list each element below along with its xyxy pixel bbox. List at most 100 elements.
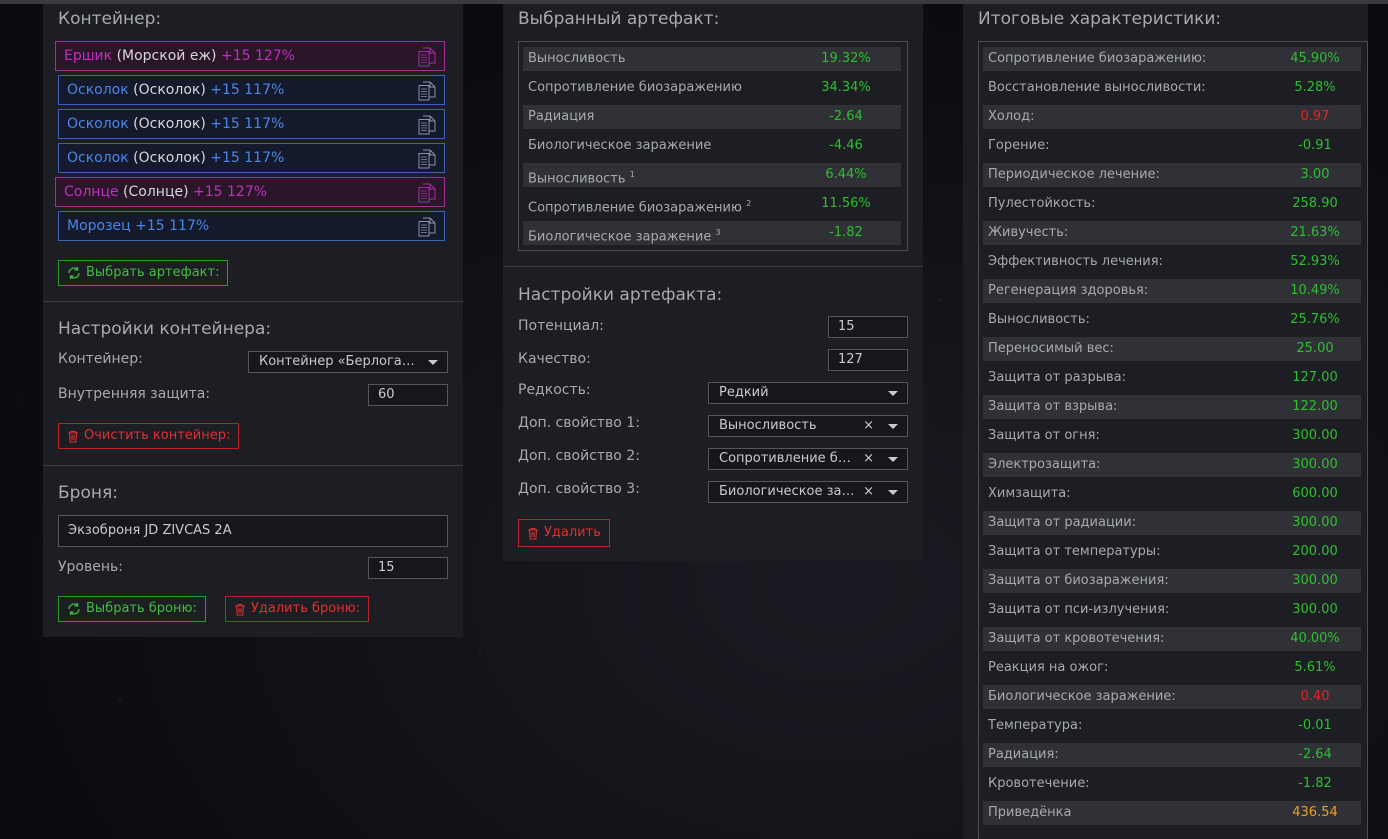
artifact-slot[interactable]: Осколок (Осколок) +15 117% — [58, 75, 445, 105]
stat-value: -2.64 — [1298, 747, 1332, 762]
potential-input[interactable]: 15 — [828, 316, 908, 338]
stat-name: Радиация: — [988, 747, 1059, 762]
totals-panel: Итоговые характеристики: Сопротивление б… — [963, 4, 1368, 839]
prop3-select-value: Биологическое за… — [719, 484, 855, 499]
internal-protection-input[interactable]: 60 — [368, 384, 448, 406]
copy-icon[interactable] — [418, 217, 436, 237]
clear-container-button[interactable]: Очистить контейнер: — [58, 423, 240, 449]
container-settings-title: Настройки контейнера: — [58, 319, 272, 339]
stat-value: -0.91 — [1298, 138, 1332, 153]
refresh-icon — [68, 267, 80, 279]
clear-icon[interactable]: × — [863, 482, 874, 502]
artifact-slot[interactable]: Ершик (Морской еж) +15 127% — [55, 41, 445, 71]
stat-value: 19.32% — [821, 51, 871, 66]
stat-name: Температура: — [988, 718, 1083, 733]
delete-artifact-button[interactable]: Удалить — [518, 519, 610, 547]
prop1-label: Доп. свойство 1: — [518, 415, 640, 431]
copy-icon[interactable] — [418, 183, 436, 203]
artifact-panel: Выбранный артефакт: Выносливость 19.32% Со… — [503, 4, 923, 561]
container-select[interactable]: Контейнер «Берлога… — [248, 351, 448, 373]
chevron-down-icon — [888, 391, 898, 396]
prop2-label: Доп. свойство 2: — [518, 448, 640, 464]
select-artifact-button[interactable]: Выбрать артефакт: — [58, 260, 229, 286]
total-stat-row: Переносимый вес: 25.00 — [983, 337, 1361, 361]
prop1-select[interactable]: Выносливость × — [708, 415, 908, 437]
stat-value: 21.63% — [1290, 225, 1340, 240]
internal-protection-label: Внутренняя защита: — [58, 386, 211, 402]
stat-value: 34.34% — [821, 80, 871, 95]
armor-input[interactable]: Экзоброня JD ZIVCAS 2A — [58, 515, 448, 547]
stat-value: 6.44% — [825, 167, 867, 182]
clear-container-label: Очистить контейнер: — [84, 428, 231, 443]
artifact-slot[interactable]: Осколок (Осколок) +15 117% — [58, 109, 445, 139]
divider — [43, 301, 463, 302]
total-stat-row: Живучесть: 21.63% — [983, 221, 1361, 245]
stat-value: 300.00 — [1292, 602, 1338, 617]
stat-value: 600.00 — [1292, 486, 1338, 501]
stat-value: 11.56% — [821, 196, 871, 211]
armor-level-input[interactable]: 15 — [368, 557, 448, 579]
total-stat-row: Горение: -0.91 — [983, 134, 1361, 158]
stat-name: Живучесть: — [988, 225, 1069, 240]
stat-value: 5.61% — [1294, 660, 1336, 675]
artifact-name: Осколок — [67, 116, 129, 132]
total-stat-row: Защита от биозаражения: 300.00 — [983, 569, 1361, 593]
artifact-name: Осколок — [67, 150, 129, 166]
artifact-base: (Морской еж) — [116, 48, 217, 64]
trash-icon — [235, 603, 245, 616]
copy-icon[interactable] — [418, 149, 436, 169]
copy-icon[interactable] — [418, 115, 436, 135]
artifact-name: Солнце — [64, 184, 119, 200]
artifact-slot[interactable]: Осколок (Осколок) +15 117% — [58, 143, 445, 173]
artifact-slot[interactable]: Солнце (Солнце) +15 127% — [55, 177, 445, 207]
total-stat-row: Электрозащита: 300.00 — [983, 453, 1361, 477]
totals-stats-box: Сопротивление биозаражению: 45.90% Восстан… — [978, 41, 1368, 839]
stat-name: Защита от радиации: — [988, 515, 1137, 530]
stat-value: 0.97 — [1300, 109, 1330, 124]
rarity-select-value: Редкий — [719, 385, 769, 400]
stat-value: 40.00% — [1290, 631, 1340, 646]
artifact-stat-row: Выносливость 19.32% — [523, 47, 901, 71]
stat-value: 127.00 — [1292, 370, 1338, 385]
total-stat-row: Защита от кровотечения: 40.00% — [983, 627, 1361, 651]
artifact-slot[interactable]: Морозец +15 117% — [58, 211, 445, 241]
stat-name: Регенерация здоровья: — [988, 283, 1149, 298]
prop2-select[interactable]: Сопротивление б… × — [708, 448, 908, 470]
total-stat-row: Холод: 0.97 — [983, 105, 1361, 129]
delete-armor-button[interactable]: Удалить броню: — [225, 596, 370, 622]
stat-name: Сопротивление биозаражению: — [988, 51, 1207, 66]
rarity-label: Редкость: — [518, 382, 591, 398]
trash-icon — [528, 527, 538, 540]
stat-name: Пулестойкость: — [988, 196, 1096, 211]
stat-name: Защита от огня: — [988, 428, 1100, 443]
stat-name: Защита от кровотечения: — [988, 631, 1165, 646]
stat-value: 45.90% — [1290, 51, 1340, 66]
stat-value: 122.00 — [1292, 399, 1338, 414]
artifact-stat-row: Биологическое заражение 3 -1.82 — [523, 221, 901, 245]
artifact-name: Морозец — [67, 218, 131, 234]
stat-name: Сопротивление биозаражению — [528, 80, 742, 95]
artifact-stat-row: Биологическое заражение -4.46 — [523, 134, 901, 158]
copy-icon[interactable] — [418, 47, 436, 67]
total-stat-row: Эффективность лечения: 52.93% — [983, 250, 1361, 274]
stat-value: 300.00 — [1292, 573, 1338, 588]
total-stat-row: Защита от огня: 300.00 — [983, 424, 1361, 448]
clear-icon[interactable]: × — [863, 416, 874, 436]
stat-value: 52.93% — [1290, 254, 1340, 269]
stat-name: Биологическое заражение — [528, 138, 712, 153]
stat-value: 300.00 — [1292, 515, 1338, 530]
artifact-level: +15 117% — [210, 150, 285, 166]
stat-value: -4.46 — [829, 138, 863, 153]
copy-icon[interactable] — [418, 81, 436, 101]
clear-icon[interactable]: × — [863, 449, 874, 469]
stat-name: Переносимый вес: — [988, 341, 1114, 356]
select-armor-button[interactable]: Выбрать броню: — [58, 596, 206, 622]
artifact-level: +15 127% — [193, 184, 268, 200]
total-stat-row: Защита от пси-излучения: 300.00 — [983, 598, 1361, 622]
quality-input[interactable]: 127 — [828, 349, 908, 371]
prop3-select[interactable]: Биологическое за… × — [708, 481, 908, 503]
rarity-select[interactable]: Редкий — [708, 382, 908, 404]
chevron-down-icon — [888, 490, 898, 495]
stat-sup: 1 — [629, 170, 635, 179]
artifact-stat-row: Радиация -2.64 — [523, 105, 901, 129]
